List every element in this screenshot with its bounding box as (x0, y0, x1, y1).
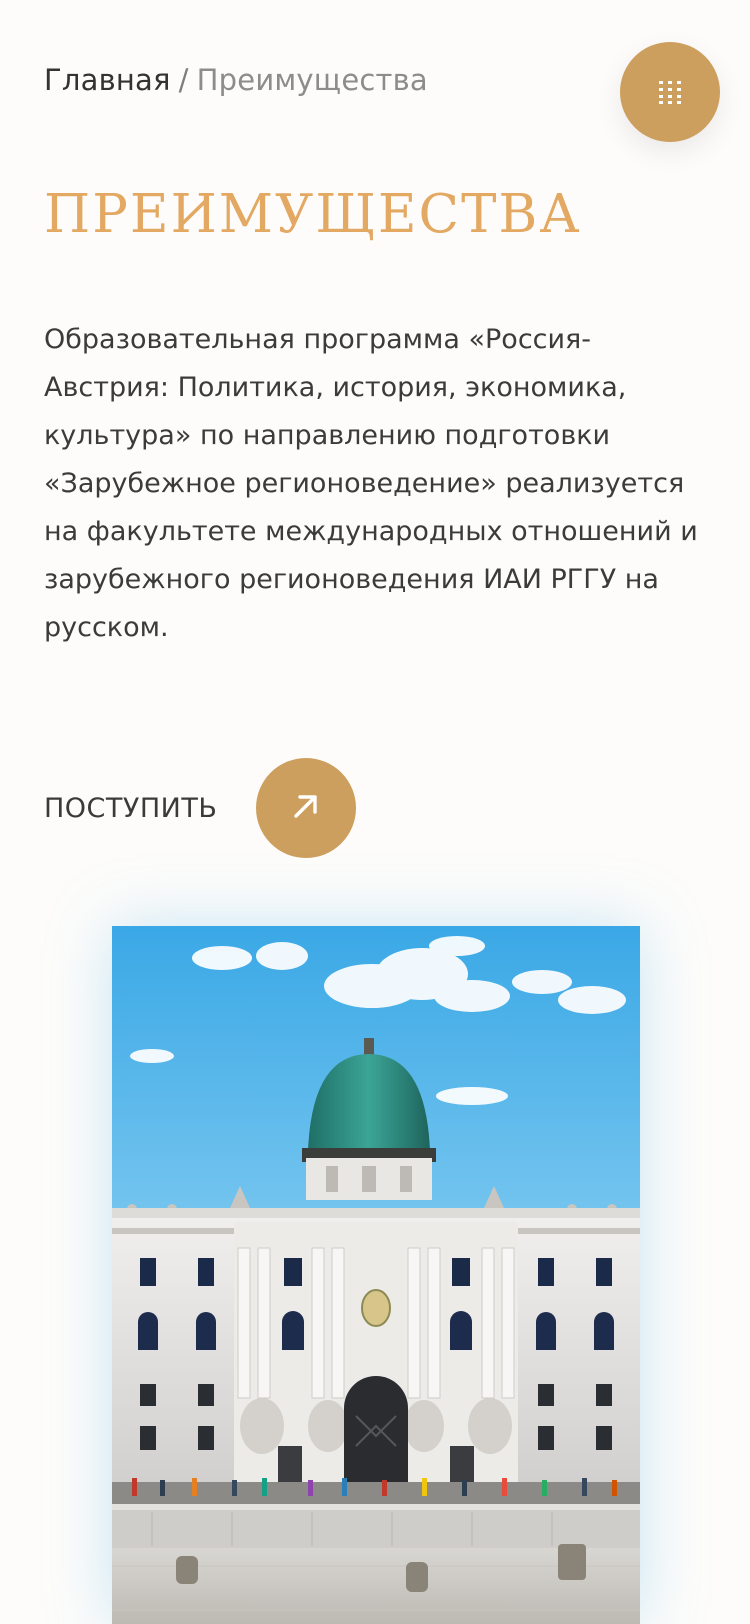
menu-button[interactable] (620, 42, 720, 142)
grid-menu-icon (657, 79, 683, 105)
breadcrumb: Главная / Преимущества (44, 58, 428, 102)
apply-button[interactable] (256, 758, 356, 858)
breadcrumb-current: Преимущества (196, 63, 428, 97)
apply-cta[interactable]: ПОСТУПИТЬ (44, 758, 356, 858)
page-title: ПРЕИМУЩЕСТВА (44, 184, 582, 245)
apply-label[interactable]: ПОСТУПИТЬ (44, 793, 217, 824)
hofburg-palace-photo (112, 926, 640, 1624)
breadcrumb-home-link[interactable]: Главная (44, 63, 171, 97)
breadcrumb-separator: / (178, 63, 189, 97)
arrow-up-right-icon (289, 789, 323, 827)
intro-text: Образовательная программа «Россия-Австри… (44, 324, 698, 643)
